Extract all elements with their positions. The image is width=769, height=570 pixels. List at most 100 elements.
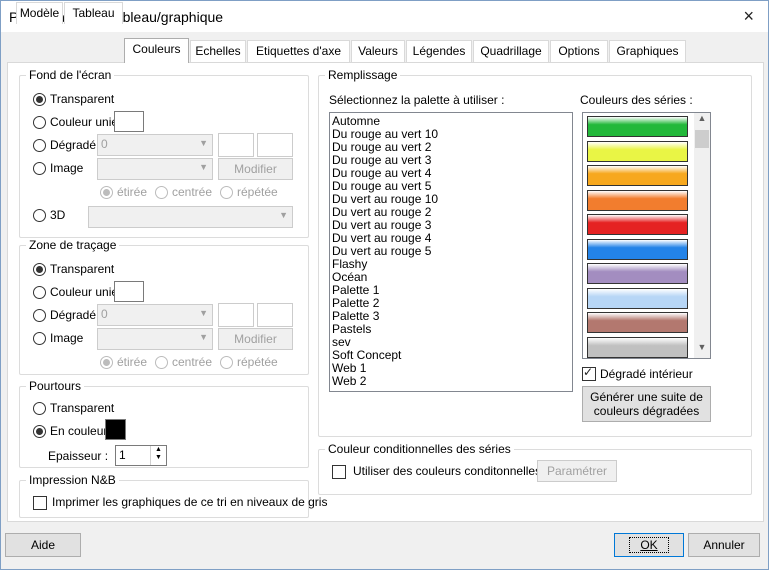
tab-options[interactable]: Options [550, 40, 608, 62]
fond-image-radio[interactable] [33, 162, 46, 175]
fond-etiree-label: étirée [117, 185, 148, 199]
tab-page: Fond de l'écran Transparent Couleur unie… [7, 62, 764, 522]
epaisseur-value: 1 [119, 448, 126, 462]
pourtours-color-swatch[interactable] [105, 419, 126, 440]
zone-degrade-color2[interactable] [257, 303, 293, 327]
zone-group: Zone de traçage Transparent Couleur unie… [19, 238, 309, 375]
degrade-interieur-label: Dégradé intérieur [600, 367, 693, 381]
spin-arrows-icon[interactable]: ▲ ▼ [150, 446, 166, 465]
zone-repetee-radio[interactable] [220, 356, 233, 369]
series-color-swatch[interactable] [587, 165, 688, 186]
aide-button[interactable]: Aide [5, 533, 81, 557]
tab-valeurs[interactable]: Valeurs [351, 40, 405, 62]
fond-degrade-radio[interactable] [33, 139, 46, 152]
series-color-swatch[interactable] [587, 140, 688, 162]
fond-centree-radio[interactable] [155, 186, 168, 199]
chevron-down-icon: ▼ [199, 332, 208, 342]
zone-title: Zone de traçage [26, 238, 120, 252]
zone-etiree-label: étirée [117, 355, 148, 369]
palette-list[interactable]: Automne Du rouge au vert 10 Du rouge au ve… [329, 112, 573, 392]
fond-transparent-label: Transparent [50, 92, 115, 106]
scroll-down-icon[interactable]: ▼ [694, 342, 710, 358]
zone-image-combo[interactable]: ▼ [97, 328, 213, 350]
zone-degrade-color1[interactable] [218, 303, 254, 327]
tab-legendes[interactable]: Légendes [406, 40, 472, 62]
zone-repetee-label: répétée [237, 355, 278, 369]
series-color-swatch[interactable] [587, 336, 688, 358]
parametrer-button[interactable]: Paramétrer [537, 460, 617, 482]
fond-3d-combo[interactable]: ▼ [88, 206, 293, 228]
series-color-swatch[interactable] [587, 312, 688, 333]
close-icon[interactable]: × [743, 6, 754, 27]
series-color-swatch[interactable] [587, 214, 688, 235]
tab-tableau[interactable]: Tableau [64, 2, 123, 24]
zone-degrade-label: Dégradé [50, 308, 97, 322]
fond-image-label: Image [50, 161, 84, 175]
palette-label: Sélectionnez la palette à utiliser : [329, 93, 505, 107]
fond-couleur-unie-swatch[interactable] [114, 111, 144, 132]
fond-degrade-combo[interactable]: 0 ▼ [97, 134, 213, 156]
degrade-interieur-checkbox[interactable] [582, 365, 596, 381]
remplissage-group: Remplissage Sélectionnez la palette à ut… [318, 68, 752, 437]
epaisseur-stepper[interactable]: 1 ▲ ▼ [115, 445, 167, 466]
fond-degrade-color1[interactable] [218, 133, 254, 157]
pourtours-en-couleur-label: En couleur [50, 424, 108, 438]
chevron-down-icon: ▼ [199, 138, 208, 148]
series-color-swatch[interactable] [587, 238, 688, 260]
fond-3d-label: 3D [50, 208, 66, 222]
chevron-down-icon: ▼ [199, 162, 208, 172]
conditionnelles-group: Couleur conditionnelles des séries Utili… [318, 442, 752, 495]
fond-etiree-radio[interactable] [100, 186, 113, 199]
fond-degrade-value: 0 [101, 137, 108, 151]
zone-modifier-button[interactable]: Modifier [218, 328, 293, 350]
annuler-button[interactable]: Annuler [688, 533, 760, 557]
ok-button[interactable]: OK [614, 533, 684, 557]
pourtours-transparent-radio[interactable] [33, 402, 46, 415]
scroll-thumb[interactable] [695, 130, 709, 148]
series-colors-list[interactable]: ▲ ▼ [582, 112, 711, 359]
zone-transparent-label: Transparent [50, 262, 115, 276]
fond-repetee-radio[interactable] [220, 186, 233, 199]
tab-graphiques[interactable]: Graphiques [609, 40, 686, 62]
conditionnelles-checkbox[interactable] [332, 465, 346, 479]
zone-transparent-radio[interactable] [33, 263, 46, 276]
zone-etiree-radio[interactable] [100, 356, 113, 369]
generate-gradient-button[interactable]: Générer une suite de couleurs dégradées [582, 386, 711, 422]
fond-image-combo[interactable]: ▼ [97, 158, 213, 180]
zone-couleur-unie-swatch[interactable] [114, 281, 144, 302]
tab-modele[interactable]: Modèle [16, 2, 63, 24]
tab-etiquettes[interactable]: Etiquettes d'axe [247, 40, 350, 62]
conditionnelles-label: Utiliser des couleurs conditonnelles [353, 464, 542, 478]
tab-couleurs[interactable]: Couleurs [124, 38, 189, 63]
fond-modifier-button[interactable]: Modifier [218, 158, 293, 180]
pourtours-title: Pourtours [26, 379, 85, 393]
zone-degrade-combo[interactable]: 0 ▼ [97, 304, 213, 326]
series-colors-label: Couleurs des séries : [580, 93, 693, 107]
zone-couleur-unie-label: Couleur unie [50, 285, 119, 299]
scroll-up-icon[interactable]: ▲ [694, 113, 710, 129]
series-scrollbar[interactable]: ▲ ▼ [694, 113, 710, 358]
zone-degrade-value: 0 [101, 307, 108, 321]
pourtours-transparent-label: Transparent [50, 401, 115, 415]
zone-centree-radio[interactable] [155, 356, 168, 369]
series-color-swatch[interactable] [587, 287, 688, 309]
pourtours-en-couleur-radio[interactable] [33, 425, 46, 438]
tab-echelles[interactable]: Echelles [190, 40, 246, 62]
fond-transparent-radio[interactable] [33, 93, 46, 106]
fond-degrade-color2[interactable] [257, 133, 293, 157]
zone-centree-label: centrée [172, 355, 213, 369]
series-color-swatch[interactable] [587, 263, 688, 284]
fond-3d-radio[interactable] [33, 209, 46, 222]
chevron-down-icon: ▼ [199, 308, 208, 318]
impression-checkbox[interactable] [33, 496, 47, 510]
palette-item[interactable]: Web 2 [332, 375, 366, 388]
fond-couleur-unie-radio[interactable] [33, 116, 46, 129]
fond-couleur-unie-label: Couleur unie [50, 115, 119, 129]
tab-quadrillage[interactable]: Quadrillage [473, 40, 549, 62]
series-color-swatch[interactable] [587, 116, 688, 137]
series-color-swatch[interactable] [587, 189, 688, 211]
zone-degrade-radio[interactable] [33, 309, 46, 322]
zone-couleur-unie-radio[interactable] [33, 286, 46, 299]
impression-group: Impression N&B Imprimer les graphiques d… [19, 473, 327, 518]
zone-image-radio[interactable] [33, 332, 46, 345]
